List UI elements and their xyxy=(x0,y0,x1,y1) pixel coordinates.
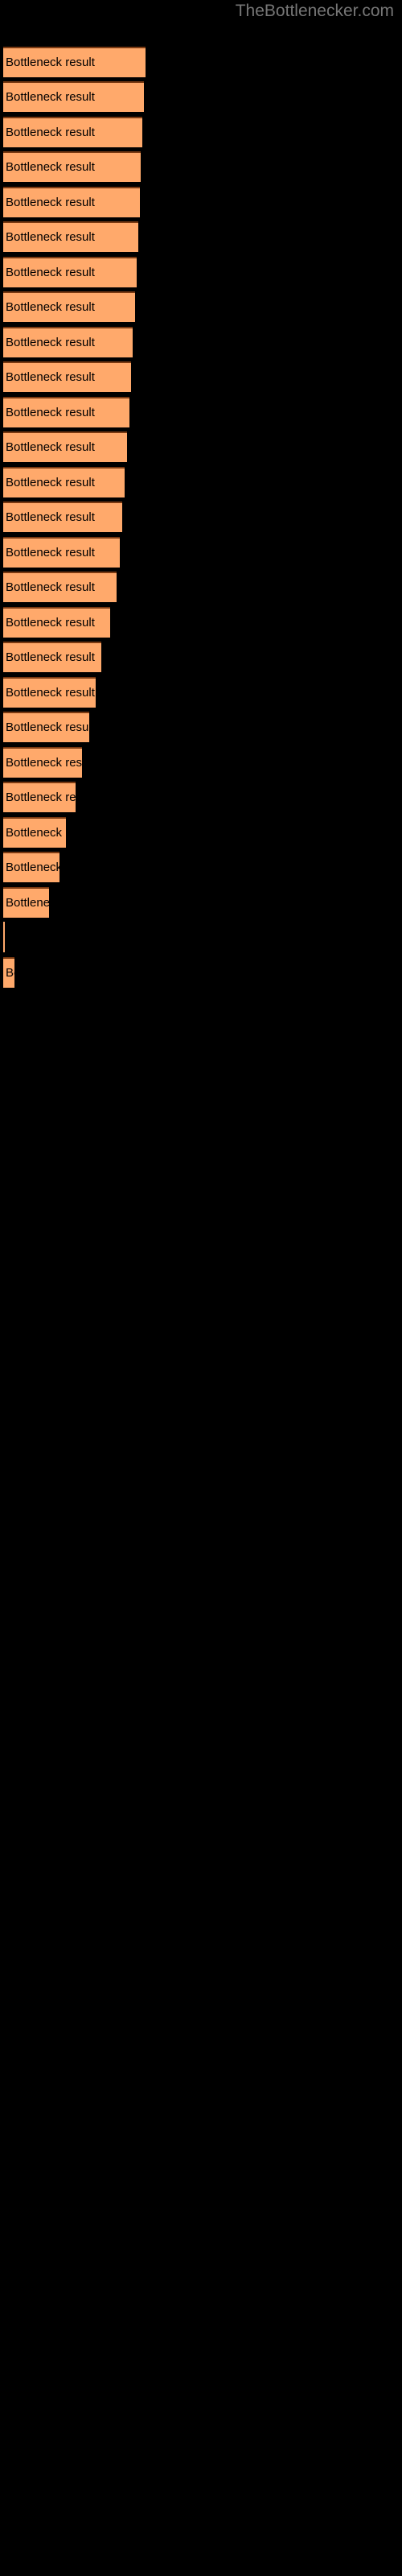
bar-label: Bottleneck result xyxy=(6,615,95,630)
bar-row: Bottleneck result xyxy=(3,817,66,848)
bar-clip: Bottleneck result xyxy=(3,467,125,497)
bars-layer: Bottleneck result Bottleneck result Bottle… xyxy=(0,0,402,2576)
bar-row: Bottleneck result xyxy=(3,361,131,392)
bar-row: Bottleneck result xyxy=(3,572,117,602)
bar-row: Bottleneck result xyxy=(3,957,14,988)
bar-clip: Bottleneck result xyxy=(3,712,89,742)
bar-label: Bottleneck result xyxy=(6,265,95,279)
bar-row: Bottleneck result xyxy=(3,291,135,322)
bar-label: Bottleneck result xyxy=(6,895,49,910)
bar-clip: Bottleneck result xyxy=(3,852,59,882)
bar-clip: Bottleneck result xyxy=(3,642,101,672)
bar-label: Bottleneck result xyxy=(6,125,95,139)
bar-clip: Bottleneck result xyxy=(3,361,131,392)
bar-clip: Bottleneck result xyxy=(3,221,138,252)
bar-row: Bottleneck result xyxy=(3,431,127,462)
bar-label: Bottleneck result xyxy=(6,475,95,489)
bar-label: Bottleneck result xyxy=(6,159,95,174)
bar-row: Bottleneck result xyxy=(3,537,120,568)
bar-row: Bottleneck result xyxy=(3,677,96,708)
bar-row: Bottleneck result xyxy=(3,81,144,112)
bar-clip: Bottleneck result xyxy=(3,431,127,462)
bar-label: Bottleneck result xyxy=(6,860,59,874)
bar-label: Bottleneck result xyxy=(6,790,76,804)
bar-label: Bottleneck result xyxy=(6,440,95,454)
bar-clip: Bottleneck result xyxy=(3,677,96,708)
bar-label: Bottleneck result xyxy=(6,510,95,524)
bar-row: Bottleneck result xyxy=(3,151,141,182)
bar-row: Bottleneck result xyxy=(3,187,140,217)
bar-row: Bottleneck result xyxy=(3,47,146,77)
bottleneck-bar-chart: TheBottlenecker.com Bottleneck result Bot… xyxy=(0,0,402,2576)
bar-label: Bottleneck result xyxy=(6,55,95,69)
bar-clip: Bottleneck result xyxy=(3,922,5,952)
bar-clip: Bottleneck result xyxy=(3,81,144,112)
bar-label: Bottleneck result xyxy=(6,685,95,700)
bar-label: Bottleneck result xyxy=(6,825,66,840)
bar-row: Bottleneck result xyxy=(3,397,129,427)
bar-row: Bottleneck result xyxy=(3,467,125,497)
bar-row: Bottleneck result xyxy=(3,502,122,532)
bar-label: Bottleneck result xyxy=(6,195,95,209)
bar-row: Bottleneck result xyxy=(3,117,142,147)
bar-label: Bottleneck result xyxy=(6,89,95,104)
bar-row: Bottleneck result xyxy=(3,257,137,287)
bar-label: Bottleneck result xyxy=(6,369,95,384)
bar-row: Bottleneck result xyxy=(3,782,76,812)
bar-clip: Bottleneck result xyxy=(3,817,66,848)
bar-clip: Bottleneck result xyxy=(3,187,140,217)
bar-clip: Bottleneck result xyxy=(3,397,129,427)
bar-clip: Bottleneck result xyxy=(3,291,135,322)
bar-clip: Bottleneck result xyxy=(3,327,133,357)
bar-row: Bottleneck result xyxy=(3,922,5,952)
bar-label: Bottleneck result xyxy=(6,335,95,349)
bar-clip: Bottleneck result xyxy=(3,572,117,602)
bar-clip: Bottleneck result xyxy=(3,887,49,918)
bar-clip: Bottleneck result xyxy=(3,502,122,532)
bar-label: Bottleneck result xyxy=(6,299,95,314)
bar-rect xyxy=(3,922,5,952)
bar-clip: Bottleneck result xyxy=(3,257,137,287)
bar-clip: Bottleneck result xyxy=(3,47,146,77)
bar-label: Bottleneck result xyxy=(6,405,95,419)
bar-label: Bottleneck result xyxy=(6,755,82,770)
bar-label: Bottleneck result xyxy=(6,965,14,980)
bar-row: Bottleneck result xyxy=(3,642,101,672)
bar-clip: Bottleneck result xyxy=(3,151,141,182)
bar-label: Bottleneck result xyxy=(6,229,95,244)
bar-row: Bottleneck result xyxy=(3,221,138,252)
bar-clip: Bottleneck result xyxy=(3,957,14,988)
bar-clip: Bottleneck result xyxy=(3,537,120,568)
bar-row: Bottleneck result xyxy=(3,852,59,882)
bar-row: Bottleneck result xyxy=(3,607,110,638)
bar-clip: Bottleneck result xyxy=(3,782,76,812)
bar-row: Bottleneck result xyxy=(3,747,82,778)
bar-row: Bottleneck result xyxy=(3,327,133,357)
bar-clip: Bottleneck result xyxy=(3,747,82,778)
bar-label: Bottleneck result xyxy=(6,545,95,559)
bar-row: Bottleneck result xyxy=(3,712,89,742)
bar-row: Bottleneck result xyxy=(3,887,49,918)
bar-clip: Bottleneck result xyxy=(3,607,110,638)
bar-label: Bottleneck result xyxy=(6,580,95,594)
bar-label: Bottleneck result xyxy=(6,720,89,734)
bar-clip: Bottleneck result xyxy=(3,117,142,147)
bar-label: Bottleneck result xyxy=(6,650,95,664)
